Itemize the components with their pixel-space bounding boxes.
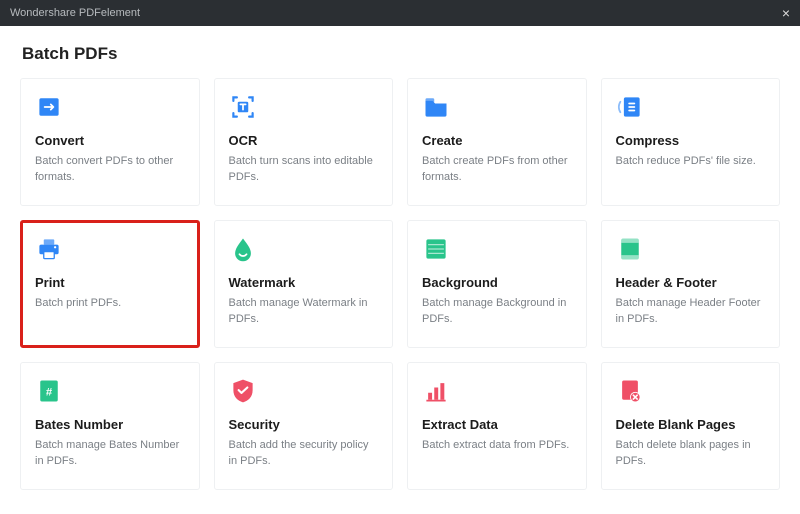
card-description: Batch manage Bates Number in PDFs. — [35, 438, 185, 470]
titlebar: Wondershare PDFelement × — [0, 0, 800, 26]
card-bates[interactable]: # Bates Number Batch manage Bates Number i… — [20, 362, 200, 490]
content-area: Batch PDFs Convert Batch convert PDFs to … — [0, 26, 800, 510]
card-description: Batch extract data from PDFs. — [422, 438, 572, 454]
card-description: Batch convert PDFs to other formats. — [35, 154, 185, 186]
compress-icon — [616, 93, 644, 121]
card-description: Batch reduce PDFs' file size. — [616, 154, 766, 170]
delete-page-icon — [616, 377, 644, 405]
card-description: Batch turn scans into editable PDFs. — [229, 154, 379, 186]
card-description: Batch manage Watermark in PDFs. — [229, 296, 379, 328]
card-title: Security — [229, 417, 379, 432]
convert-icon — [35, 93, 63, 121]
card-description: Batch add the security policy in PDFs. — [229, 438, 379, 470]
card-headerfooter[interactable]: Header & Footer Batch manage Header Foote… — [601, 220, 781, 348]
headerfooter-icon — [616, 235, 644, 263]
card-extract[interactable]: Extract Data Batch extract data from PDFs… — [407, 362, 587, 490]
card-title: Delete Blank Pages — [616, 417, 766, 432]
card-ocr[interactable]: OCR Batch turn scans into editable PDFs. — [214, 78, 394, 206]
bates-icon: # — [35, 377, 63, 405]
card-description: Batch delete blank pages in PDFs. — [616, 438, 766, 470]
card-description: Batch manage Header Footer in PDFs. — [616, 296, 766, 328]
printer-icon — [35, 235, 63, 263]
card-title: Create — [422, 133, 572, 148]
card-grid: Convert Batch convert PDFs to other forma… — [20, 78, 780, 490]
card-title: Watermark — [229, 275, 379, 290]
card-background[interactable]: Background Batch manage Background in PDF… — [407, 220, 587, 348]
ocr-icon — [229, 93, 257, 121]
card-title: Convert — [35, 133, 185, 148]
card-security[interactable]: Security Batch add the security policy in… — [214, 362, 394, 490]
card-title: Compress — [616, 133, 766, 148]
svg-text:#: # — [46, 386, 53, 398]
card-description: Batch manage Background in PDFs. — [422, 296, 572, 328]
card-deleteblank[interactable]: Delete Blank Pages Batch delete blank pag… — [601, 362, 781, 490]
card-title: OCR — [229, 133, 379, 148]
shield-icon — [229, 377, 257, 405]
card-description: Batch create PDFs from other formats. — [422, 154, 572, 186]
close-icon[interactable]: × — [782, 5, 790, 21]
card-title: Header & Footer — [616, 275, 766, 290]
watermark-icon — [229, 235, 257, 263]
page-title: Batch PDFs — [22, 44, 780, 64]
barchart-icon — [422, 377, 450, 405]
window-title: Wondershare PDFelement — [10, 7, 140, 19]
card-title: Background — [422, 275, 572, 290]
card-convert[interactable]: Convert Batch convert PDFs to other forma… — [20, 78, 200, 206]
card-title: Print — [35, 275, 185, 290]
card-compress[interactable]: Compress Batch reduce PDFs' file size. — [601, 78, 781, 206]
card-title: Bates Number — [35, 417, 185, 432]
background-icon — [422, 235, 450, 263]
card-print[interactable]: Print Batch print PDFs. — [20, 220, 200, 348]
card-description: Batch print PDFs. — [35, 296, 185, 312]
card-create[interactable]: Create Batch create PDFs from other forma… — [407, 78, 587, 206]
card-watermark[interactable]: Watermark Batch manage Watermark in PDFs. — [214, 220, 394, 348]
card-title: Extract Data — [422, 417, 572, 432]
folder-icon — [422, 93, 450, 121]
